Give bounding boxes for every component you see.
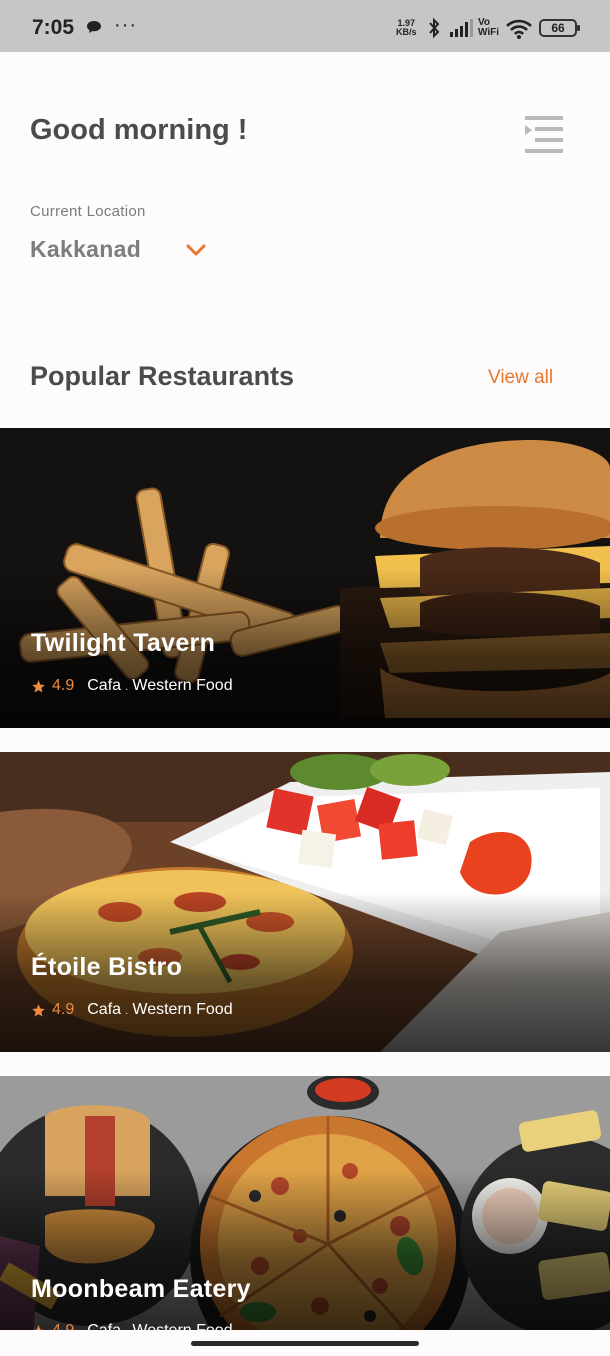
bluetooth-icon [429, 17, 440, 39]
star-icon [32, 1003, 45, 1016]
restaurant-meta: 4.9 Cafa . Western Food [31, 1001, 233, 1019]
separator-dot: . [125, 1003, 129, 1017]
restaurant-name: Moonbeam Eatery [31, 1275, 251, 1303]
network-speed: 1.97 KB/s [396, 18, 417, 37]
restaurant-meta: 4.9 Cafa . Western Food [31, 677, 233, 695]
restaurant-card[interactable]: Étoile Bistro 4.9 Cafa . Western Food [0, 752, 610, 1052]
rating-value: 4.9 [52, 1322, 74, 1330]
section-title: Popular Restaurants [30, 361, 295, 391]
status-time: 7:05 [32, 16, 75, 39]
rating-value: 4.9 [52, 677, 75, 694]
restaurant-cuisine: Western Food [132, 1322, 232, 1330]
restaurant-name: Étoile Bistro [31, 953, 183, 981]
status-bar: 7:05 ··· 1.97 KB/s Vo WiFi 66 [0, 0, 610, 52]
wifi-icon [506, 19, 532, 39]
battery-icon: 66 [539, 19, 580, 37]
current-location-label: Current Location [30, 203, 146, 220]
vowifi-indicator: Vo WiFi [478, 17, 500, 38]
restaurant-card[interactable]: Twilight Tavern 4.9 Cafa . Western Food [0, 428, 610, 728]
separator-dot: . [125, 679, 129, 693]
location-selector[interactable]: Kakkanad [30, 236, 141, 263]
greeting-title: Good morning ! [30, 114, 248, 146]
more-notifications-icon: ··· [114, 14, 137, 36]
restaurant-meta: 4.9 Cafa . Western Food [31, 1322, 233, 1330]
rating-value: 4.9 [52, 1001, 75, 1018]
restaurant-cuisine: Western Food [132, 1001, 233, 1018]
view-all-link[interactable]: View all [488, 367, 553, 389]
separator-dot: . [125, 1324, 128, 1330]
restaurant-card[interactable]: Moonbeam Eatery 4.9 Cafa . Western Food [0, 1076, 610, 1330]
restaurant-name: Twilight Tavern [31, 629, 216, 657]
restaurant-cuisine: Western Food [132, 677, 233, 694]
restaurant-category: Cafa [87, 677, 122, 694]
star-icon [32, 1324, 45, 1330]
signal-icon [450, 19, 473, 37]
home-indicator[interactable] [191, 1341, 419, 1346]
restaurant-category: Cafa [87, 1001, 122, 1018]
card-overlay [0, 1170, 610, 1330]
chat-bubble-icon [87, 21, 101, 33]
menu-icon[interactable] [522, 114, 564, 154]
star-icon [32, 679, 45, 692]
restaurant-category: Cafa [87, 1322, 121, 1330]
chevron-down-icon[interactable] [184, 240, 208, 260]
